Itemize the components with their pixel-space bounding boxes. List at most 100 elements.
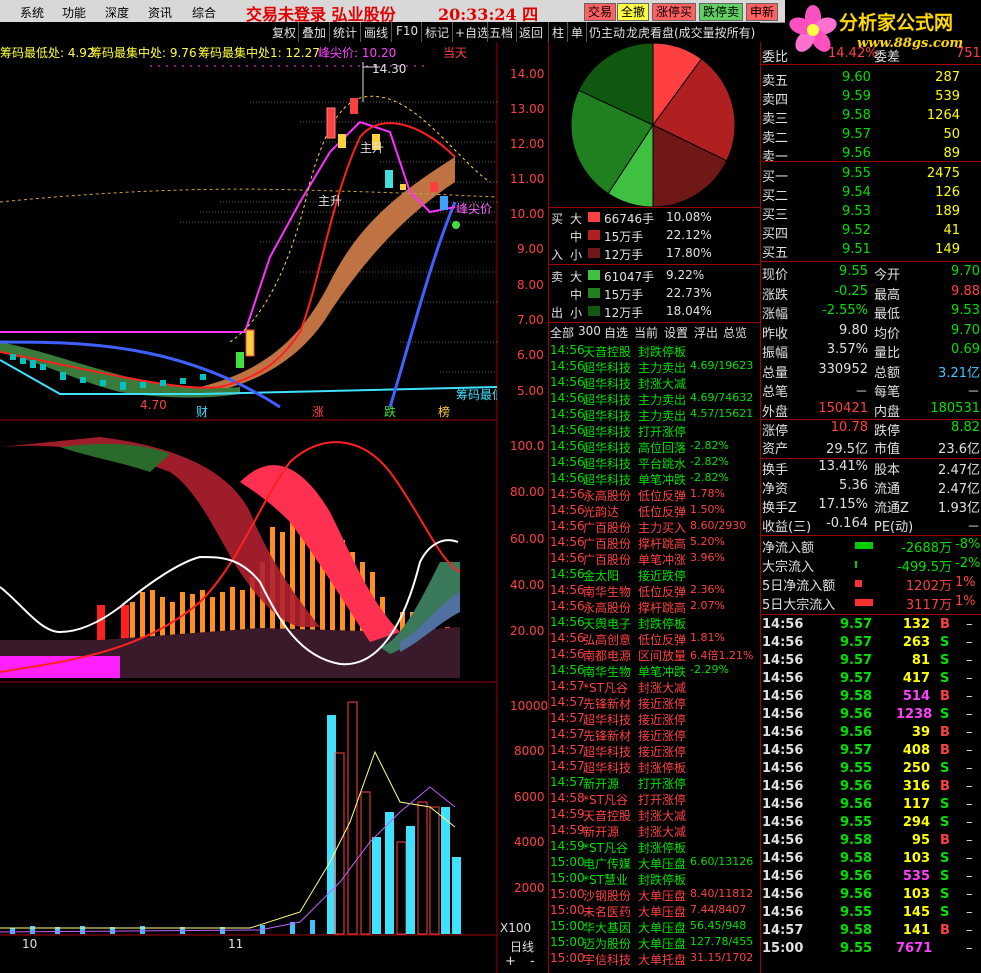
y-tick: 12.00 [510,137,545,151]
tab-settings[interactable]: 设置 [664,324,688,341]
toolbar-mark[interactable]: 标记 [425,24,449,41]
tick-dash: – [966,689,973,704]
feed-time: 14:56 [550,663,585,677]
tick-time: 14:56 [762,653,804,668]
feed-stock: 天舆电子 [583,617,632,631]
stat-label: 市值 [874,442,901,457]
feed-time: 14:57 [550,743,585,757]
zoom-in-button[interactable]: + [505,954,516,969]
tick-volume: 39 [911,725,930,740]
volume: 66746手 [604,212,655,226]
fund-flow-panel: 买 入 大 66746手 10.08% 中 15万手 22.12% 小 12万手… [548,42,760,973]
toolbar-add-watchlist[interactable]: +自选 [455,24,489,41]
tick-volume: 103 [902,851,930,866]
size-label: 大 [570,270,583,284]
tab-float[interactable]: 浮出 [694,324,718,341]
feed-event: 低位反弹 [638,585,687,599]
feed-event: 平台跳水 [638,457,687,471]
toolbar-stats[interactable]: 统计 [333,24,357,41]
tick-direction: S [940,707,950,722]
tick-time: 15:00 [762,941,804,956]
toolbar-pillar[interactable]: 柱 [552,24,564,41]
feed-event: 封涨停板 [638,841,687,855]
flow-label: 5日净流入额 [762,579,836,594]
toolbar-back[interactable]: 返回 [519,24,543,41]
feed-value: 4.57/15621 [690,407,754,420]
toolbar-active[interactable]: 仍主动 [589,24,625,41]
y-tick: 6000 [514,790,545,804]
ipo-button[interactable]: 申新 [746,3,779,21]
y-tick: 8.00 [517,278,544,292]
stat-value: 10.78 [830,420,868,435]
feed-event: 低位反弹 [638,505,687,519]
feed-event: 低位反弹 [638,633,687,647]
feed-event: 接近涨停 [638,697,687,711]
tab-all[interactable]: 全部 [550,324,574,341]
ask-label: 卖三 [762,112,789,127]
menu-composite[interactable]: 综合 [192,4,216,21]
kline-chart[interactable]: 筹码最低处: 4.92 筹码最集中处: 9.76 筹码最集中处1: 12.27 … [0,42,548,973]
menu-depth[interactable]: 深度 [105,4,129,21]
tab-current[interactable]: 当前 [634,324,658,341]
sell-label-2: 出 [551,306,564,320]
badge-bang[interactable]: 榜 [438,403,450,420]
tick-dash: – [966,617,973,632]
toolbar-lhb[interactable]: 龙虎看盘(成交量按所有) [626,24,755,41]
badge-cai[interactable]: 财 [196,403,208,420]
date-tick-11: 11 [228,937,244,951]
zoom-out-button[interactable]: - [530,954,535,969]
feed-value: -2.82% [690,471,729,484]
toolbar-overlay[interactable]: 叠加 [302,24,326,41]
menu-info[interactable]: 资讯 [148,4,172,21]
limit-up-buy-button[interactable]: 涨停买 [652,3,697,21]
stat-value: 9.55 [839,264,868,279]
feed-stock: 超华科技 [583,457,632,471]
feed-stock: 先锋新材 [583,697,632,711]
feed-stock: 超华科技 [583,745,632,759]
badge-die[interactable]: 跌 [384,403,396,420]
tick-direction: S [940,671,950,686]
flow-value: 1202万 [905,579,952,594]
tick-direction: B [940,833,950,848]
toolbar-five-levels[interactable]: 五档 [489,24,513,41]
feed-stock: 南都电源 [583,649,632,663]
feed-event: 大单压盘 [638,857,687,871]
tab-watchlist[interactable]: 自选 [604,324,628,341]
tick-price: 9.58 [840,923,873,938]
feed-event: 大单托盘 [638,953,687,967]
menu-function[interactable]: 功能 [62,4,86,21]
toolbar-f10[interactable]: F10 [396,24,418,38]
bid-label: 买一 [762,170,789,185]
feed-time: 14:56 [550,359,585,373]
tab-overview[interactable]: 总览 [723,324,747,341]
trade-button[interactable]: 交易 [584,3,617,21]
badge-zhang[interactable]: 涨 [312,403,324,420]
stat-value: 23.6亿 [938,442,980,457]
feed-time: 14:56 [550,631,585,645]
toolbar-single[interactable]: 单 [571,24,583,41]
feed-event: 封跌停板 [638,873,687,887]
feed-time: 15:00 [550,919,585,933]
toolbar-drawline[interactable]: 画线 [364,24,388,41]
feed-stock: 超华科技 [583,473,632,487]
tick-dash: – [966,887,973,902]
feed-value: 1.78% [690,487,725,500]
menu-system[interactable]: 系统 [20,4,44,21]
flow-pct: 1% [955,594,976,609]
tick-volume: 141 [902,923,930,938]
feed-value: 2.07% [690,599,725,612]
cancel-all-button[interactable]: 全撤 [617,3,650,21]
bid-price: 9.53 [842,204,871,219]
feed-event: 大单压盘 [638,937,687,951]
tick-direction: S [940,869,950,884]
tick-volume: 7671 [896,941,933,956]
feed-time: 14:56 [550,615,585,629]
feed-value: 2.36% [690,583,725,596]
tab-300[interactable]: 300 [578,324,601,338]
y-tick: 20.00 [510,624,545,638]
chip-center-text: 筹码最集中处: 9.76 [90,46,197,60]
toolbar-fuquan[interactable]: 复权 [272,24,296,41]
stat-value: -2.55% [822,303,868,318]
period-label[interactable]: 日线 [510,938,534,955]
limit-down-sell-button[interactable]: 跌停卖 [699,3,744,21]
